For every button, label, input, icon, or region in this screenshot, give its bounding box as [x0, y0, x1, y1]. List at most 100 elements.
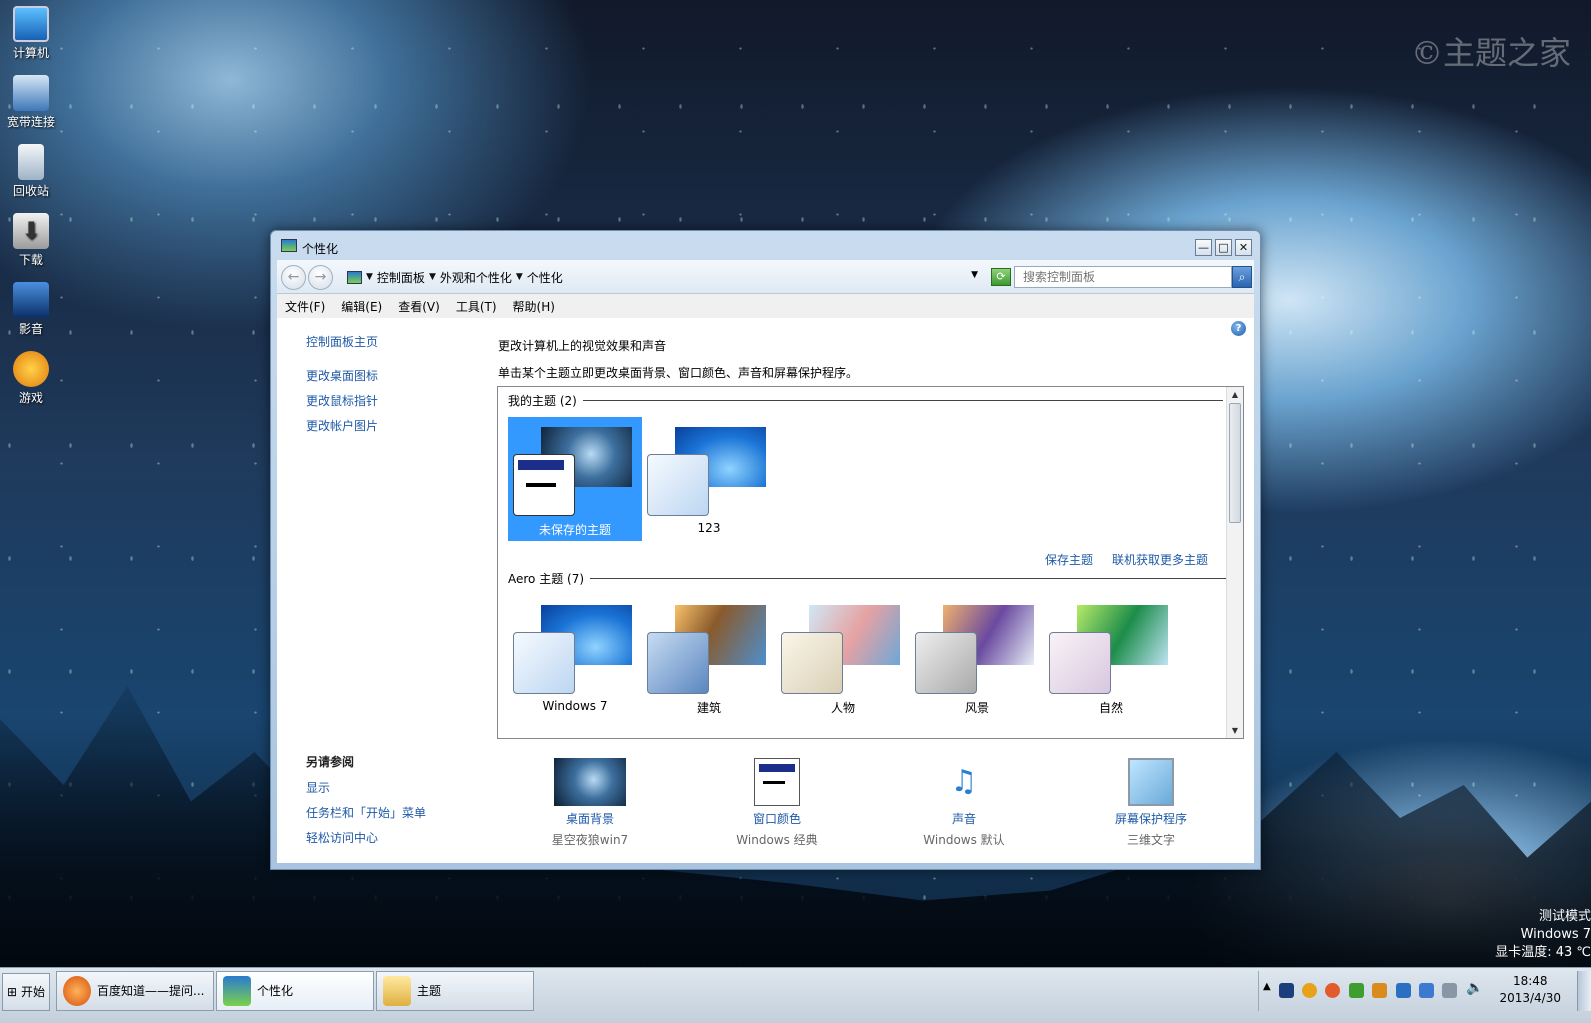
sounds-value: Windows 默认: [923, 833, 1005, 847]
theme-list: 我的主题 (2) 未保存的主题 123 保存主题 联机获取更多主题 Aero 主…: [497, 386, 1244, 739]
network-tray-icon[interactable]: [1396, 983, 1411, 998]
back-arrow-icon[interactable]: ←: [281, 265, 306, 290]
window-color-link[interactable]: 窗口颜色: [697, 810, 857, 827]
desktop-icon-game[interactable]: 游戏: [0, 345, 62, 406]
desktop-icon-recycle-bin[interactable]: 回收站: [0, 138, 62, 199]
menu-help[interactable]: 帮助(H): [513, 298, 555, 315]
theme-window-preview: [647, 632, 709, 694]
menu-edit[interactable]: 编辑(E): [341, 298, 382, 315]
taskbar-button-personalization[interactable]: 个性化: [216, 971, 374, 1011]
search-input[interactable]: [1014, 266, 1232, 288]
close-button[interactable]: ✕: [1235, 239, 1252, 256]
clock[interactable]: 18:48 2013/4/30: [1499, 973, 1561, 1007]
desktop-icon-label: 影音: [18, 322, 43, 336]
theme-tile-characters[interactable]: 人物: [776, 595, 910, 719]
theme-name: 123: [697, 521, 721, 535]
theme-name: 人物: [830, 701, 855, 715]
menu-bar: 文件(F) 编辑(E) 查看(V) 工具(T) 帮助(H): [277, 294, 1254, 318]
address-dropdown-icon[interactable]: ▼: [971, 270, 978, 280]
theme-name: Windows 7: [542, 699, 608, 713]
theme-list-scrollbar[interactable]: ▲ ▼: [1226, 387, 1243, 738]
desktop-icon-download[interactable]: ⬇ 下载: [0, 207, 62, 268]
taskbar: ⊞ 开始 百度知道——提问... 个性化 主题 ▲ 🔈 18:48 2013/4…: [0, 967, 1591, 1023]
sounds-link[interactable]: 声音: [884, 810, 1044, 827]
theme-tile-nature[interactable]: 自然: [1044, 595, 1178, 719]
menu-view[interactable]: 查看(V): [398, 298, 440, 315]
theme-name: 自然: [1098, 701, 1123, 715]
theme-window-preview: [915, 632, 977, 694]
breadcrumb-personalization[interactable]: 个性化: [527, 269, 563, 286]
taskbar-button-baidu[interactable]: 百度知道——提问...: [56, 971, 214, 1011]
scroll-down-icon[interactable]: ▼: [1227, 723, 1243, 738]
desktop-icon-broadband[interactable]: 宽带连接: [0, 69, 62, 130]
taskbar-button-themes[interactable]: 主题: [376, 971, 534, 1011]
theme-tile-architecture[interactable]: 建筑: [642, 595, 776, 719]
shield-icon[interactable]: [1419, 983, 1434, 998]
clock-time: 18:48: [1512, 974, 1548, 988]
screen-saver-icon: [1128, 758, 1174, 806]
help-icon[interactable]: ?: [1231, 321, 1246, 336]
theme-tile-windows7[interactable]: Windows 7: [508, 595, 642, 719]
clock-date: 2013/4/30: [1499, 991, 1561, 1005]
scroll-up-icon[interactable]: ▲: [1227, 387, 1243, 402]
volume-icon[interactable]: 🔈: [1466, 980, 1483, 996]
taskbar-start-menu-link[interactable]: 任务栏和「开始」菜单: [306, 804, 426, 821]
os-version-line: Windows 7: [1520, 927, 1591, 942]
theme-tile-unsaved[interactable]: 未保存的主题: [508, 417, 642, 541]
display-link[interactable]: 显示: [306, 779, 330, 796]
control-panel-icon: [347, 270, 362, 284]
windows-logo-icon: ⊞: [7, 985, 18, 999]
game-icon: [13, 351, 49, 387]
start-button[interactable]: ⊞ 开始: [2, 973, 50, 1011]
menu-file[interactable]: 文件(F): [285, 298, 325, 315]
control-panel-home-link[interactable]: 控制面板主页: [306, 333, 378, 350]
get-more-themes-link[interactable]: 联机获取更多主题: [1112, 551, 1208, 568]
menu-tools[interactable]: 工具(T): [456, 298, 497, 315]
save-theme-link[interactable]: 保存主题: [1045, 551, 1093, 568]
qq-icon[interactable]: [1302, 983, 1317, 998]
screen-saver-setting[interactable]: 屏幕保护程序 三维文字: [1071, 758, 1231, 848]
maximize-button[interactable]: □: [1215, 239, 1232, 256]
refresh-icon[interactable]: ⟳: [991, 268, 1011, 286]
theme-window-preview: [647, 454, 709, 516]
shield-icon[interactable]: [1349, 983, 1364, 998]
desktop-icon-computer[interactable]: 计算机: [0, 0, 62, 61]
app-icon[interactable]: [1372, 983, 1387, 998]
show-hidden-icons-icon[interactable]: ▲: [1263, 981, 1271, 992]
theme-tile-123[interactable]: 123: [642, 417, 776, 541]
minimize-button[interactable]: —: [1195, 239, 1212, 256]
theme-tile-landscapes[interactable]: 风景: [910, 595, 1044, 719]
screen-saver-link[interactable]: 屏幕保护程序: [1071, 810, 1231, 827]
show-desktop-button[interactable]: [1577, 971, 1591, 1011]
window-titlebar[interactable]: 个性化 — □ ✕: [271, 231, 1260, 259]
forward-arrow-icon[interactable]: →: [308, 265, 333, 290]
ease-of-access-link[interactable]: 轻松访问中心: [306, 829, 378, 846]
theme-window-preview: [1049, 632, 1111, 694]
my-themes-group-header: 我的主题 (2): [508, 392, 1223, 409]
search-icon[interactable]: ⌕: [1232, 266, 1252, 288]
scroll-thumb[interactable]: [1229, 403, 1241, 523]
security-icon[interactable]: [1279, 983, 1294, 998]
network-icon[interactable]: [1442, 983, 1457, 998]
window-color-setting[interactable]: 窗口颜色 Windows 经典: [697, 758, 857, 848]
desktop-background-setting[interactable]: 桌面背景 星空夜狼win7: [510, 758, 670, 848]
chevron-down-icon[interactable]: ▼: [366, 272, 373, 282]
sounds-setting[interactable]: ♫ 声音 Windows 默认: [884, 758, 1044, 848]
change-desktop-icons-link[interactable]: 更改桌面图标: [306, 367, 378, 384]
change-mouse-pointers-link[interactable]: 更改鼠标指针: [306, 392, 378, 409]
desktop-icon-label: 计算机: [12, 46, 49, 60]
desktop-background-link[interactable]: 桌面背景: [510, 810, 670, 827]
chevron-down-icon[interactable]: ▼: [516, 272, 523, 282]
desktop-icon-label: 宽带连接: [6, 115, 55, 129]
group-divider: [582, 400, 1223, 401]
desktop-icon-media[interactable]: 影音: [0, 276, 62, 337]
breadcrumb-appearance[interactable]: 外观和个性化: [440, 269, 512, 286]
qq-icon[interactable]: [1325, 983, 1340, 998]
theme-name: 风景: [964, 701, 989, 715]
change-account-picture-link[interactable]: 更改帐户图片: [306, 417, 378, 434]
chevron-down-icon[interactable]: ▼: [429, 272, 436, 282]
personalization-icon: [223, 976, 251, 1006]
aero-themes-title: Aero 主题 (7): [508, 572, 585, 586]
recycle-bin-icon: [18, 144, 44, 180]
breadcrumb-control-panel[interactable]: 控制面板: [377, 269, 425, 286]
